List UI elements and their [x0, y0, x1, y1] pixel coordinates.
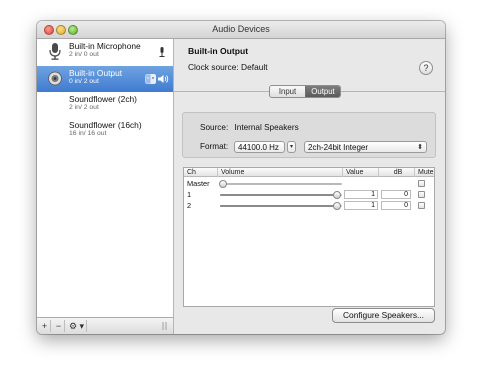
gear-menu-button[interactable]: ⚙ ▾	[67, 320, 87, 332]
db-field[interactable]: 0	[381, 190, 411, 199]
sample-rate-value: 44100.0 Hz	[238, 143, 279, 152]
volume-output-icon	[158, 75, 169, 83]
remove-device-button[interactable]: −	[53, 320, 65, 332]
title-bar: Audio Devices	[37, 21, 445, 39]
mute-checkbox[interactable]	[418, 180, 425, 187]
device-name: Soundflower (16ch)	[69, 120, 142, 130]
bit-format-select[interactable]: 2ch-24bit Integer ⬍	[304, 141, 427, 153]
source-value: Internal Speakers	[234, 123, 299, 132]
table-header: Ch Volume Value dB Mute	[184, 168, 434, 177]
default-input-mic-icon	[159, 47, 165, 57]
mute-checkbox[interactable]	[418, 191, 425, 198]
finder-icon	[145, 74, 156, 84]
device-item-built-in-output[interactable]: Built-in Output 0 in/ 2 out	[37, 66, 173, 92]
table-row: 1 1 0	[184, 189, 434, 200]
sample-rate-dropdown[interactable]: ▾	[287, 141, 296, 153]
speaker-icon	[48, 71, 62, 86]
volume-slider[interactable]	[220, 191, 342, 199]
device-channels: 2 in/ 2 out	[69, 104, 99, 111]
db-field[interactable]: 0	[381, 201, 411, 210]
format-label: Format:	[200, 142, 229, 151]
source-label: Source:	[200, 123, 229, 132]
volume-slider-knob[interactable]	[333, 202, 341, 210]
volume-table: Ch Volume Value dB Mute Master 1 1 0 2 1…	[183, 167, 435, 307]
device-name: Built-in Microphone	[69, 41, 141, 51]
volume-slider-knob[interactable]	[333, 191, 341, 199]
tab-output[interactable]: Output	[305, 86, 340, 97]
column-header-mute[interactable]: Mute	[415, 168, 436, 177]
resize-grip-icon[interactable]	[161, 322, 169, 330]
device-channels: 16 in/ 16 out	[69, 130, 107, 137]
column-header-ch[interactable]: Ch	[184, 168, 218, 177]
channel-label: 1	[187, 190, 192, 199]
bit-format-value: 2ch-24bit Integer	[308, 143, 369, 152]
tab-input[interactable]: Input	[270, 86, 305, 97]
clock-source-label: Clock source: Default	[188, 62, 268, 72]
volume-slider[interactable]	[220, 202, 342, 210]
device-channels: 0 in/ 2 out	[69, 78, 99, 85]
device-item-soundflower-16ch[interactable]: Soundflower (16ch) 16 in/ 16 out	[37, 118, 173, 144]
channel-label: Master	[187, 179, 210, 188]
table-row: 2 1 0	[184, 200, 434, 211]
device-list: Built-in Microphone 2 in/ 0 out Built-in…	[37, 39, 174, 317]
volume-slider-fill	[220, 194, 334, 196]
device-item-built-in-microphone[interactable]: Built-in Microphone 2 in/ 0 out	[37, 39, 173, 65]
selected-device-name: Built-in Output	[188, 46, 249, 56]
value-field[interactable]: 1	[344, 190, 378, 199]
microphone-icon	[49, 43, 61, 60]
window-title: Audio Devices	[212, 24, 270, 34]
io-tabs: Input Output	[269, 85, 341, 98]
mute-checkbox[interactable]	[418, 202, 425, 209]
value-field[interactable]: 1	[344, 201, 378, 210]
device-channels: 2 in/ 0 out	[69, 51, 99, 58]
volume-slider-fill	[220, 205, 334, 207]
add-device-button[interactable]: +	[39, 320, 51, 332]
column-header-value[interactable]: Value	[343, 168, 379, 177]
device-list-toolbar: + − ⚙ ▾	[37, 317, 174, 334]
audio-devices-window: Audio Devices Built-in Microphone 2 in/ …	[37, 21, 445, 334]
channel-label: 2	[187, 201, 192, 210]
help-button[interactable]: ?	[419, 61, 433, 75]
device-item-soundflower-2ch[interactable]: Soundflower (2ch) 2 in/ 2 out	[37, 92, 173, 118]
column-header-volume[interactable]: Volume	[218, 168, 343, 177]
volume-slider-knob[interactable]	[219, 180, 227, 188]
table-row: Master	[184, 178, 434, 189]
device-name: Built-in Output	[69, 68, 123, 78]
volume-slider[interactable]	[219, 180, 342, 188]
column-header-db[interactable]: dB	[379, 168, 415, 177]
configure-speakers-button[interactable]: Configure Speakers...	[332, 308, 435, 323]
updown-arrows-icon: ⬍	[417, 144, 423, 151]
source-row: Source: Internal Speakers	[200, 123, 299, 132]
sample-rate-field[interactable]: 44100.0 Hz	[234, 141, 285, 153]
device-name: Soundflower (2ch)	[69, 94, 137, 104]
